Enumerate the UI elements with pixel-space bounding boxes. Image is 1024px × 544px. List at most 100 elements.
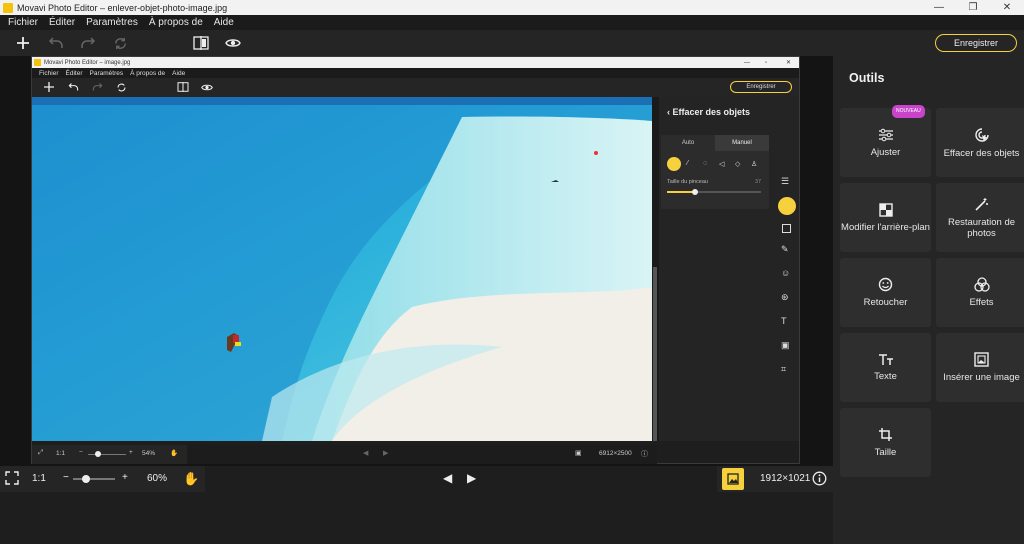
tool-restauration-photos[interactable]: Restauration de photos	[936, 183, 1024, 252]
inner-bottom-nav: ◀ ▶ ▣ 6912×2500 ⓘ	[187, 445, 657, 464]
tool-modifier-arriere-plan[interactable]: Modifier l'arrière-plan	[840, 183, 931, 252]
menu-parametres[interactable]: Paramètres	[86, 17, 138, 28]
tool-taille[interactable]: Taille	[840, 408, 931, 477]
canvas-scrollbar[interactable]	[652, 97, 659, 441]
menu-bar: Fichier Éditer Paramètres À propos de Ai…	[0, 15, 1024, 30]
compare-icon[interactable]	[191, 33, 211, 53]
inner-zoom-out-icon: −	[79, 449, 83, 456]
info-icon[interactable]	[812, 471, 827, 486]
inner-restore-icon: ✎	[781, 244, 789, 254]
inner-fullscreen-icon: ⤢	[38, 449, 44, 456]
tool-effets-label: Effets	[969, 297, 994, 308]
tab-manuel: Manuel	[715, 135, 769, 151]
brush-size-label: Taille du pinceau	[667, 179, 708, 185]
toolbar: Enregistrer	[0, 30, 1024, 56]
add-icon[interactable]	[13, 33, 33, 53]
brush-size-value: 37	[755, 179, 762, 185]
inner-effects-icon: ⊛	[781, 292, 789, 302]
footer-empty	[0, 492, 833, 544]
menu-a-propos[interactable]: À propos de	[149, 17, 203, 28]
tools-panel: Outils NOUVEAU Ajuster Effacer des objet…	[833, 56, 1024, 544]
eraser-tool-icon: ◇	[735, 161, 741, 168]
inner-next-icon: ▶	[383, 450, 389, 457]
inner-add-icon	[44, 82, 54, 92]
polygon-lasso-icon: ◁	[719, 161, 725, 168]
inner-text-icon: T	[781, 316, 787, 326]
back-chevron-icon: ‹	[667, 107, 670, 117]
inner-insert-image-icon: ▣	[781, 340, 790, 350]
inner-redo-icon	[92, 83, 103, 91]
inner-maximize-icon: ▫	[765, 59, 768, 66]
image-dimensions: 1912×1021	[760, 473, 811, 484]
magic-wand-icon	[975, 197, 988, 211]
inner-image-dimensions: 6912×2500	[599, 450, 632, 457]
inner-menu-parametres: Paramètres	[89, 69, 124, 77]
background-icon	[878, 202, 893, 217]
inner-image-icon: ▣	[575, 450, 582, 457]
preview-eye-icon[interactable]	[223, 33, 243, 53]
hand-tool-icon[interactable]: ✋	[183, 471, 199, 487]
canvas-image[interactable]: Movavi Photo Editor – image.jpg — ▫ ✕ Fi…	[31, 56, 800, 464]
inner-panel-header: ‹ Effacer des objets	[667, 107, 750, 117]
tool-effacer-objets-label: Effacer des objets	[943, 147, 1020, 159]
inner-adjust-icon: ☰	[781, 176, 790, 186]
inner-zoom-in-icon: +	[129, 449, 133, 456]
tool-texte[interactable]: Texte	[840, 333, 931, 402]
tool-modifier-arriere-plan-label: Modifier l'arrière-plan	[841, 221, 930, 233]
tool-texte-label: Texte	[874, 371, 897, 382]
inner-background-icon	[782, 224, 791, 233]
inner-window-title: Movavi Photo Editor – image.jpg	[44, 59, 131, 66]
zoom-in-button[interactable]: +	[122, 472, 128, 483]
menu-fichier[interactable]: Fichier	[8, 17, 38, 28]
zoom-slider[interactable]	[73, 475, 115, 483]
reset-icon[interactable]	[110, 33, 130, 53]
tool-inserer-image-label: Insérer une image	[943, 372, 1020, 383]
bottom-nav: ◀ ▶	[205, 466, 717, 492]
next-image-button[interactable]: ▶	[467, 471, 476, 485]
menu-editer[interactable]: Éditer	[49, 17, 75, 28]
tab-auto: Auto	[681, 140, 695, 146]
ratio-1-1-button[interactable]: 1:1	[32, 473, 46, 484]
inner-menu-editer: Éditer	[65, 69, 83, 77]
tool-effacer-objets[interactable]: Effacer des objets	[936, 108, 1024, 177]
tool-inserer-image[interactable]: Insérer une image	[936, 333, 1024, 402]
inner-title-bar: Movavi Photo Editor – image.jpg — ▫ ✕	[32, 57, 799, 68]
effects-icon	[973, 277, 990, 292]
window-title: Movavi Photo Editor – enlever-objet-phot…	[17, 2, 228, 13]
smile-icon	[878, 277, 893, 292]
lasso-tool-icon: ◌	[703, 160, 708, 167]
inner-compare-icon	[177, 82, 189, 92]
erase-options-box: Auto Manuel ⁄ ◌ ◁ ◇ ♙ Taille du pinceau …	[661, 135, 769, 209]
zoom-out-button[interactable]: −	[63, 472, 69, 483]
save-button[interactable]: Enregistrer	[935, 34, 1017, 52]
image-info-icon[interactable]	[722, 468, 744, 490]
beach-photo	[32, 97, 652, 441]
fullscreen-icon[interactable]	[5, 471, 19, 485]
tool-retoucher[interactable]: Retoucher	[840, 258, 931, 327]
minimize-icon[interactable]: —	[922, 0, 956, 15]
inner-minimize-icon: —	[744, 59, 750, 66]
title-bar: Movavi Photo Editor – enlever-objet-phot…	[0, 0, 1024, 15]
tool-restauration-photos-label: Restauration de photos	[947, 216, 1016, 239]
maximize-icon[interactable]: ❐	[956, 0, 990, 15]
undo-icon[interactable]	[46, 33, 66, 53]
tool-ajuster[interactable]: NOUVEAU Ajuster	[840, 105, 931, 177]
text-icon	[878, 354, 893, 365]
inner-close-icon: ✕	[786, 60, 792, 66]
close-icon[interactable]: ✕	[990, 0, 1024, 15]
inner-menu-a-propos: À propos de	[130, 69, 166, 77]
brush-tool-icon	[667, 157, 681, 171]
previous-image-button[interactable]: ◀	[443, 471, 452, 485]
sliders-icon	[878, 128, 893, 141]
inner-toolbar: Enregistrer	[32, 78, 799, 97]
tool-effets[interactable]: Effets	[936, 258, 1024, 327]
inner-prev-icon: ◀	[363, 450, 369, 457]
inner-crop-icon: ⌗	[781, 364, 787, 374]
inner-ratio-label: 1:1	[56, 450, 66, 457]
inner-retouch-icon: ☺	[781, 268, 791, 278]
inner-eye-icon	[201, 84, 213, 91]
inner-tool-strip: ☰ ✎ ☺ ⊛ T ▣ ⌗	[777, 172, 799, 387]
inner-zoom-value: 54%	[142, 450, 156, 457]
redo-icon[interactable]	[78, 33, 98, 53]
menu-aide[interactable]: Aide	[214, 17, 234, 28]
